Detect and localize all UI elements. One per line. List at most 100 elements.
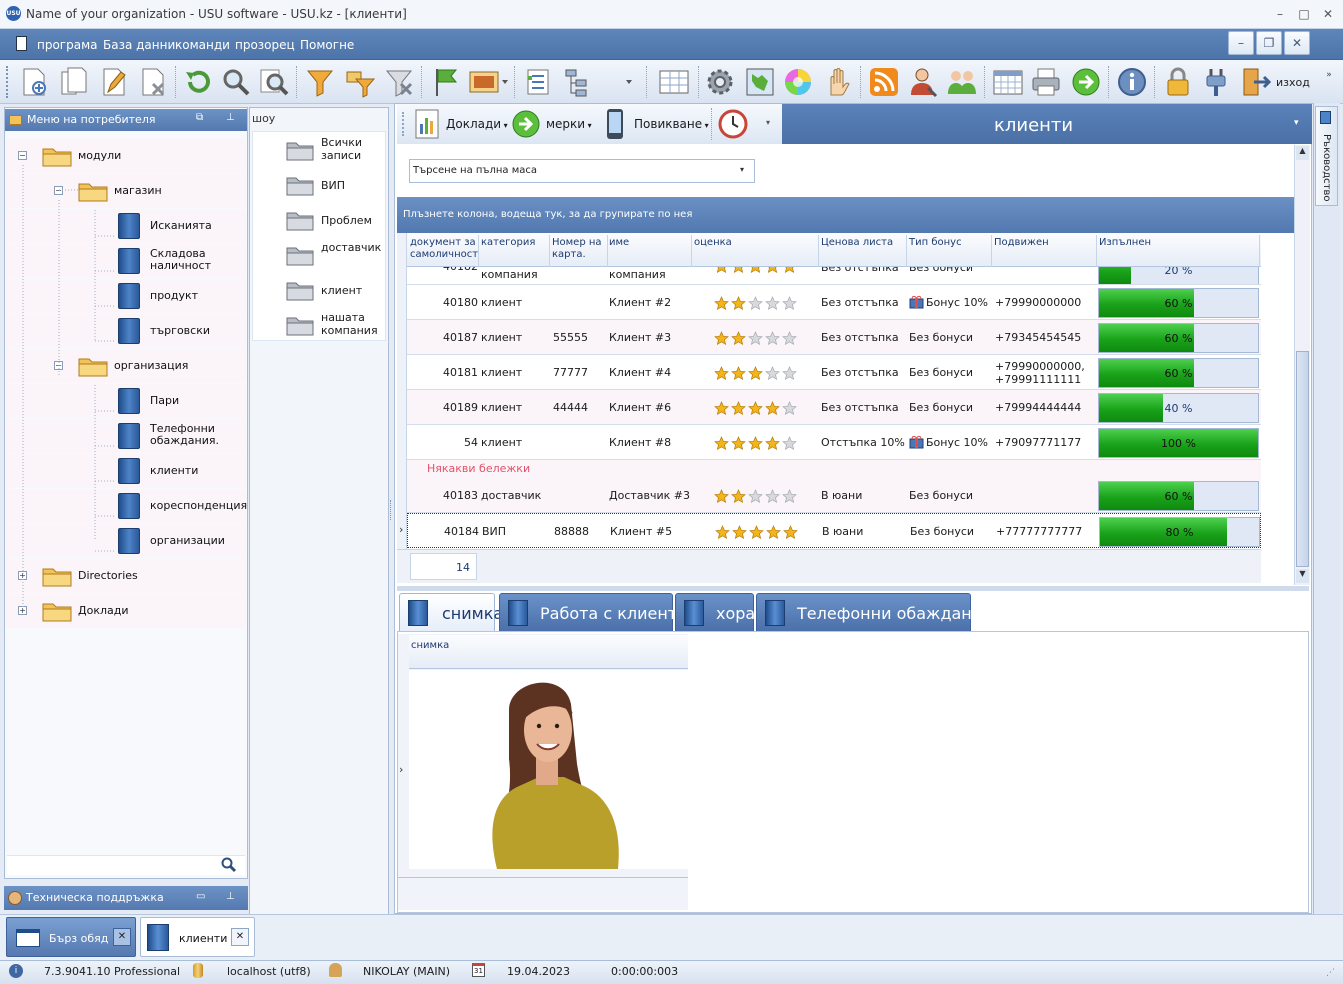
measures-dropdown[interactable]: мерки ▾ (546, 117, 592, 131)
tree-item-stock[interactable]: Складова наличност (6, 244, 246, 278)
star-empty-icon[interactable] (765, 489, 780, 504)
star-empty-icon[interactable] (748, 331, 763, 346)
plugin-icon[interactable] (1200, 66, 1232, 98)
tree-item-clients[interactable]: клиенти (6, 454, 246, 488)
star-empty-icon[interactable] (765, 331, 780, 346)
user-admin-icon[interactable] (908, 66, 940, 98)
scroll-down-button[interactable]: ▼ (1296, 569, 1309, 583)
tree-item-directories[interactable]: + Directories (6, 559, 246, 593)
taskbar-item-quick-lunch[interactable]: Бърз обяд ✕ (6, 917, 136, 957)
star-filled-icon[interactable] (731, 267, 746, 274)
star-empty-icon[interactable] (782, 331, 797, 346)
filter-edit-icon[interactable] (344, 66, 376, 98)
star-empty-icon[interactable] (748, 296, 763, 311)
tab-phone-calls[interactable]: Телефонни обаждания (756, 593, 992, 631)
rating-stars[interactable] (714, 296, 804, 311)
panel-pin-button[interactable]: ⊥ (226, 112, 235, 123)
expand-icon[interactable]: + (18, 606, 27, 615)
menu-search-input[interactable] (7, 855, 245, 875)
reports-icon[interactable] (414, 108, 440, 140)
tree-item-organizations[interactable]: организации (6, 524, 246, 558)
star-filled-icon[interactable] (783, 525, 798, 540)
map-icon[interactable] (744, 66, 776, 98)
table-row[interactable]: 40181 клиент 77777 Клиент #4 Без отстъпка Без… (407, 355, 1261, 390)
column-header[interactable]: Номер на карта. (551, 235, 608, 267)
show-item-client[interactable]: клиент (286, 276, 386, 306)
star-empty-icon[interactable] (765, 296, 780, 311)
tab-client-work[interactable]: Работа с клиенти (499, 593, 688, 631)
rating-stars[interactable] (714, 366, 804, 381)
collapse-icon[interactable]: − (54, 361, 63, 370)
column-header[interactable]: Ценова листа (820, 235, 907, 267)
star-filled-icon[interactable] (714, 436, 729, 451)
star-filled-icon[interactable] (714, 267, 729, 274)
close-button[interactable]: ✕ (1319, 5, 1337, 23)
table-row[interactable]: 40183 доставчик Доставчик #3 В юани Без бону… (407, 478, 1261, 513)
expand-icon[interactable]: + (18, 571, 27, 580)
photo-row-indicator[interactable]: › (399, 763, 403, 776)
info-icon[interactable] (1116, 66, 1148, 98)
table-row[interactable]: 54 клиент Клиент #8 Отстъпка 10% Бонус 10% +7… (407, 425, 1261, 460)
close-icon[interactable]: ✕ (231, 928, 249, 946)
scroll-thumb[interactable] (1296, 351, 1309, 567)
collapse-icon[interactable]: − (18, 151, 27, 160)
measures-icon[interactable] (511, 109, 541, 139)
tech-support-header[interactable]: Техническа поддръжка (4, 886, 248, 910)
settings-gear-icon[interactable] (704, 66, 736, 98)
show-item-supplier[interactable]: доставчик (286, 241, 386, 271)
star-filled-icon[interactable] (749, 525, 764, 540)
star-filled-icon[interactable] (766, 525, 781, 540)
flag-icon[interactable] (430, 66, 462, 98)
grid-layout-icon[interactable] (658, 66, 690, 98)
taskbar-item-clients[interactable]: клиенти ✕ (140, 917, 255, 957)
star-filled-icon[interactable] (731, 401, 746, 416)
clock-icon[interactable] (718, 109, 748, 139)
table-row[interactable]: 40180 клиент Клиент #2 Без отстъпка Бонус 10… (407, 285, 1261, 320)
column-header[interactable]: Тип бонус (908, 235, 992, 267)
star-filled-icon[interactable] (748, 401, 763, 416)
star-filled-icon[interactable] (731, 436, 746, 451)
calls-dropdown[interactable]: Повикване ▾ (634, 117, 709, 131)
star-filled-icon[interactable] (714, 366, 729, 381)
star-filled-icon[interactable] (732, 525, 747, 540)
column-header[interactable]: категория (480, 235, 550, 267)
advanced-search-icon[interactable] (258, 66, 290, 98)
subtoolbar-more-button[interactable]: ▾ (766, 118, 770, 127)
show-item-problem[interactable]: Проблем (286, 206, 386, 236)
add-subrecord-icon[interactable] (524, 66, 556, 98)
group-by-bar[interactable]: Плъзнете колона, водеща тук, за да групи… (397, 197, 1294, 233)
scroll-up-button[interactable]: ▲ (1296, 146, 1309, 160)
star-filled-icon[interactable] (782, 267, 797, 274)
color-palette-icon[interactable] (782, 66, 814, 98)
rating-stars[interactable] (714, 331, 804, 346)
menu-help[interactable]: Помогне (300, 38, 354, 52)
star-empty-icon[interactable] (782, 489, 797, 504)
tree-item-shop[interactable]: − магазин (6, 174, 246, 208)
column-header[interactable]: име (608, 235, 692, 267)
menu-commands[interactable]: команди (175, 38, 230, 52)
table-row[interactable]: 40184 ВИП 88888 Клиент #5 В юани Без бонуси +7… (407, 513, 1261, 548)
show-item-all-records[interactable]: Всички записи (286, 136, 386, 166)
mdi-minimize-button[interactable]: – (1228, 31, 1254, 55)
minimize-button[interactable]: – (1271, 5, 1289, 23)
star-filled-icon[interactable] (714, 331, 729, 346)
filter-icon[interactable] (304, 66, 336, 98)
star-filled-icon[interactable] (731, 296, 746, 311)
star-filled-icon[interactable] (731, 489, 746, 504)
star-filled-icon[interactable] (765, 401, 780, 416)
star-empty-icon[interactable] (782, 366, 797, 381)
tab-photo[interactable]: снимка (399, 593, 503, 631)
calendar-grid-icon[interactable] (992, 66, 1024, 98)
phone-icon[interactable] (604, 108, 626, 140)
tree-item-organization[interactable]: − организация (6, 349, 246, 383)
printer-icon[interactable] (1030, 66, 1062, 98)
menu-database[interactable]: База данни (103, 38, 175, 52)
panel-pin-button[interactable]: ⊥ (226, 891, 235, 902)
clear-filter-icon[interactable] (383, 66, 415, 98)
tree-item-modules[interactable]: − модули (6, 139, 246, 173)
tree-item-money[interactable]: Пари (6, 384, 246, 418)
panel-minimize-button[interactable]: ▭ (196, 891, 205, 902)
edit-record-icon[interactable] (98, 66, 130, 98)
copy-record-icon[interactable] (58, 66, 90, 98)
star-filled-icon[interactable] (748, 436, 763, 451)
